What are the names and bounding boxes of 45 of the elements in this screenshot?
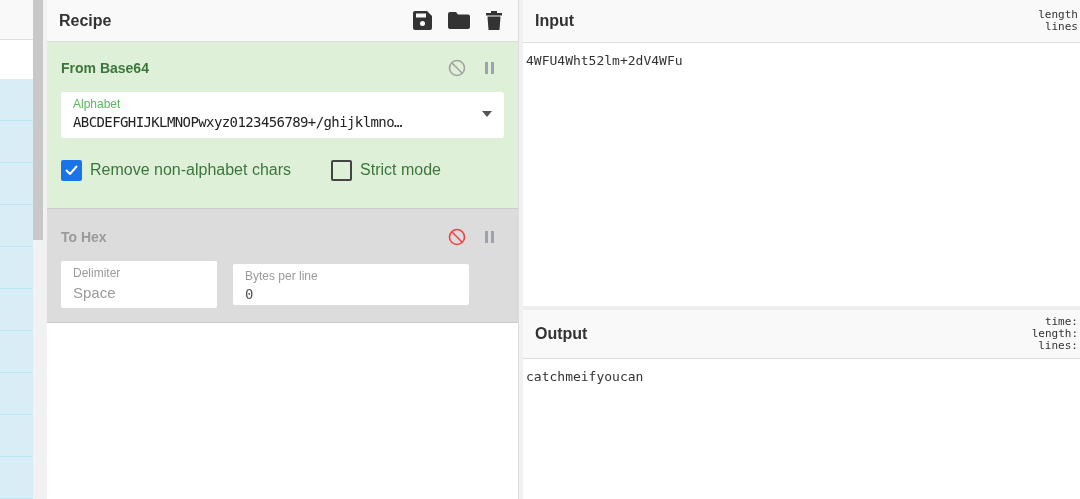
pause-icon[interactable] <box>484 61 496 75</box>
alphabet-dropdown[interactable]: Alphabet ABCDEFGHIJKLMNOPwxyz0123456789+/ghijklmno… <box>61 92 504 138</box>
list-row[interactable] <box>0 247 33 289</box>
editor-text: 4WFU4Wht52lm+2dV4WFu <box>526 53 683 68</box>
recipe-title: Recipe <box>59 10 113 31</box>
trash-icon[interactable] <box>486 11 502 30</box>
list-row[interactable] <box>0 415 33 457</box>
field-label: Alphabet <box>73 96 122 112</box>
stat-label: length <box>1038 9 1078 21</box>
checkbox[interactable] <box>331 159 352 181</box>
list-row[interactable] <box>0 79 33 121</box>
list-row[interactable] <box>0 373 33 415</box>
field-value: ABCDEFGHIJKLMNOPwxyz0123456789+/ghijklmno… <box>73 113 403 132</box>
stat-label: length: <box>1031 328 1078 340</box>
check-icon <box>65 165 78 175</box>
field-label: Bytes per line <box>245 268 319 284</box>
checkbox-label: Remove non-alphabet chars <box>90 160 291 180</box>
stat-label: lines: <box>1038 340 1078 352</box>
checkbox-label: Strict mode <box>360 160 441 180</box>
checkbox-option[interactable]: Strict mode <box>331 158 441 182</box>
editor-text: catchmeifyoucan <box>526 369 644 384</box>
checkbox[interactable] <box>61 159 82 181</box>
save-icon[interactable] <box>413 11 432 30</box>
stat-label: lines <box>1044 21 1078 33</box>
operation-title: From Base64 <box>61 58 150 78</box>
pane-title: Output <box>535 324 589 344</box>
list-row[interactable] <box>0 205 33 247</box>
list-row[interactable] <box>0 121 33 163</box>
stat-label: time: <box>1044 316 1078 328</box>
list-row[interactable] <box>0 457 33 499</box>
field-label: Delimiter <box>73 265 122 281</box>
scrollbar-thumb[interactable] <box>33 0 43 240</box>
field-value: Space <box>73 283 117 303</box>
panel-header <box>0 0 33 40</box>
field-value: 0 <box>245 285 255 304</box>
list-row[interactable] <box>0 163 33 205</box>
list-row[interactable] <box>0 289 33 331</box>
scrollbar[interactable] <box>33 0 43 499</box>
folder-icon[interactable] <box>448 12 470 29</box>
checkbox-option[interactable]: Remove non-alphabet chars <box>61 158 291 182</box>
pane-title: Input <box>535 11 576 31</box>
disable-icon[interactable] <box>448 59 466 77</box>
operation-title: To Hex <box>61 227 108 247</box>
list-row[interactable] <box>0 331 33 373</box>
caret-icon <box>482 111 492 117</box>
